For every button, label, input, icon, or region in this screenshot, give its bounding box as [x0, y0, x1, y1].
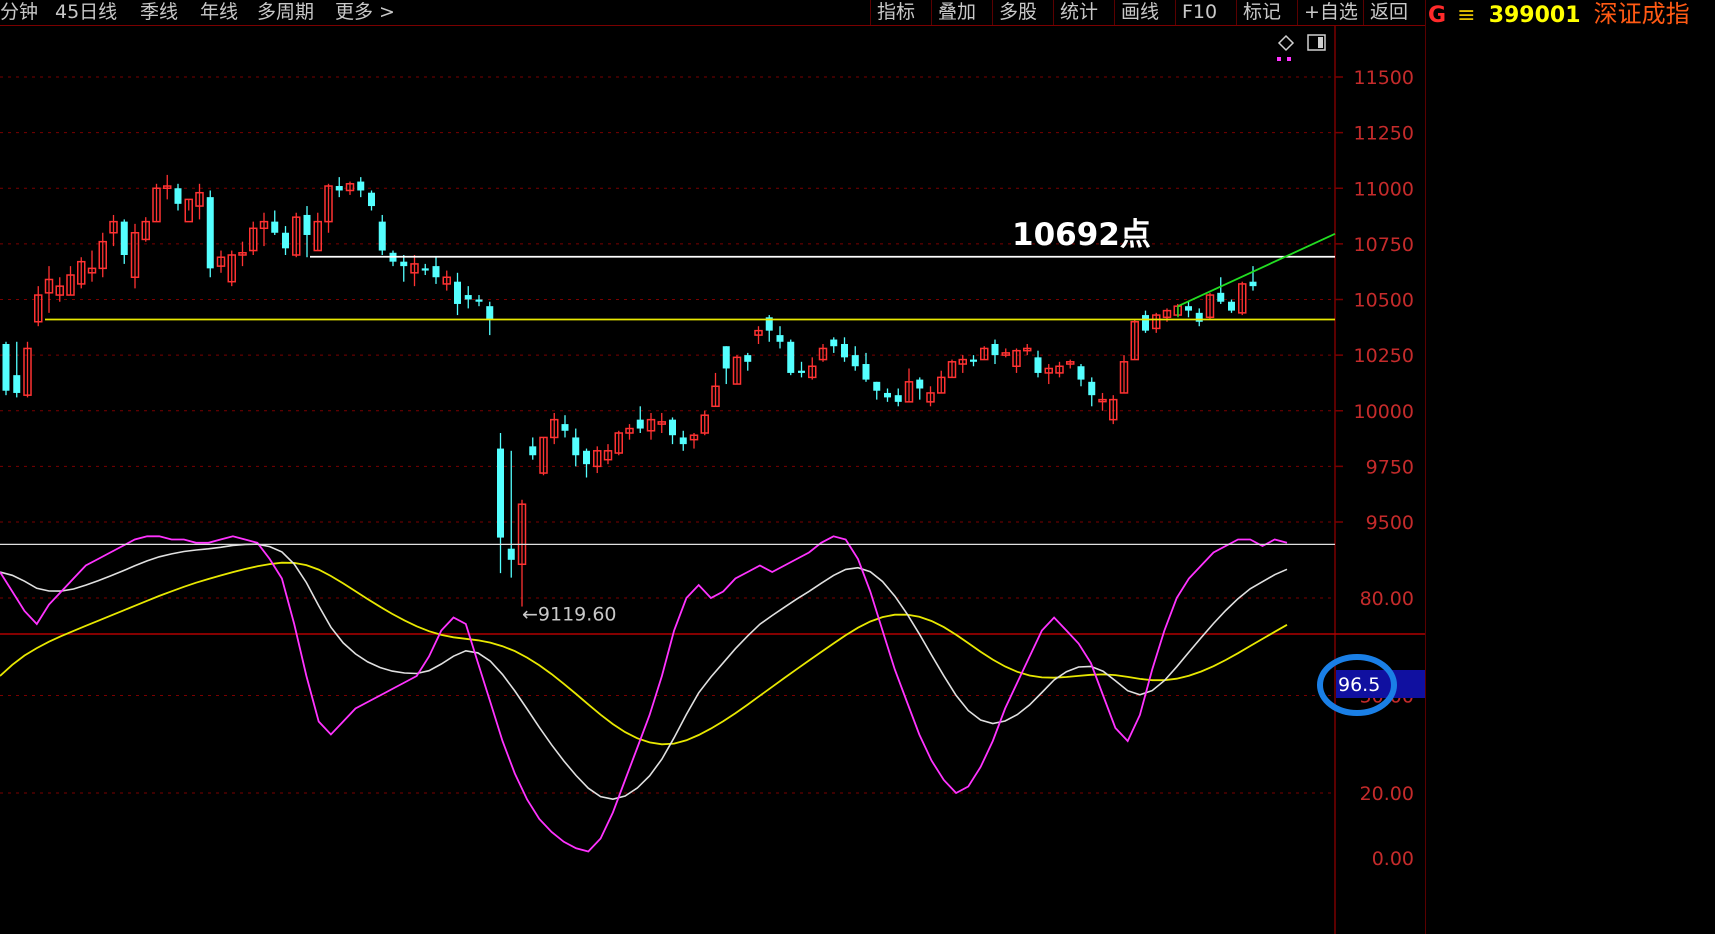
current-oscillator-value: 96.5: [1338, 674, 1380, 696]
price-tick-label: 10000: [1354, 401, 1414, 423]
candle-body-down: [1228, 301, 1235, 311]
candle-body-down: [830, 339, 838, 347]
oscillator-lines: [0, 535, 1335, 853]
candle-body-down: [1185, 306, 1192, 311]
candle-body-down: [583, 450, 590, 465]
candle-body-down: [1217, 292, 1225, 302]
menu-icon[interactable]: ≡: [1457, 3, 1475, 28]
candle-body-down: [1142, 315, 1149, 331]
candle-body-down: [894, 395, 902, 402]
candle-body-down: [475, 299, 483, 302]
candle-body-down: [357, 181, 365, 191]
candle-body-down: [636, 419, 644, 429]
candle-body-down: [916, 379, 924, 389]
right-info-panel: [1425, 0, 1715, 934]
candle-body-down: [529, 446, 537, 456]
candle-body-down: [303, 214, 311, 235]
stock-name: 深证成指: [1593, 0, 1690, 28]
candle-body-down: [464, 295, 472, 300]
candle-body-down: [561, 424, 569, 431]
oscillator-j-line: [0, 561, 1288, 746]
candle-body-down: [1077, 366, 1085, 380]
magenta-dot-icon: [1287, 57, 1291, 61]
trend-line: [1177, 233, 1336, 307]
price-tick-label: 11500: [1354, 67, 1414, 89]
candle-body-down: [1249, 281, 1257, 287]
candle-body-down: [798, 370, 805, 373]
oscillator-tick-label: 20.00: [1360, 783, 1414, 805]
candle-body-down: [13, 375, 21, 393]
stock-header: G ≡ 399001 深证成指: [1428, 0, 1690, 30]
candle-body-down: [669, 419, 676, 436]
candle-body-down: [421, 268, 429, 271]
diamond-icon[interactable]: [1277, 34, 1295, 52]
candle-body-down: [368, 192, 375, 207]
oscillator-axis: 80.0050.0020.000.00: [1360, 588, 1414, 870]
candle-body-down: [722, 346, 730, 369]
candle-body-down: [884, 392, 891, 398]
price-tick-label: 10500: [1354, 290, 1414, 312]
candle-body-down: [400, 261, 408, 267]
candle-body-down: [271, 221, 279, 233]
candle-body-down: [2, 344, 10, 391]
low-price-label: ←9119.60: [522, 604, 617, 626]
magenta-dot-icon: [1277, 57, 1281, 61]
candle-body-down: [1088, 381, 1096, 396]
candle-body-down: [841, 344, 848, 358]
candle-body-down: [120, 221, 128, 255]
candle-body-down: [432, 266, 440, 278]
candle-body-down: [851, 355, 859, 367]
candle-body-down: [1034, 357, 1042, 373]
resistance-label: 10692点: [1012, 217, 1151, 253]
chart-corner-icons: [1277, 34, 1326, 61]
price-tick-label: 10750: [1354, 234, 1414, 256]
candle-body-down: [744, 355, 752, 362]
kline-chart[interactable]: 11500 11250 11000 10750 10500 10250 10000 9750 9…: [0, 0, 1425, 934]
oscillator-tick-label: 0.00: [1372, 848, 1414, 870]
candle-body-down: [497, 448, 504, 538]
price-axis: 11500 11250 11000 10750 10500 10250 10000 9750 9…: [1354, 67, 1414, 534]
candle-body-down: [572, 437, 580, 456]
market-flag: G: [1428, 3, 1447, 28]
candle-body-down: [206, 197, 214, 269]
price-tick-label: 9750: [1366, 456, 1414, 478]
candle-body-down: [282, 232, 289, 249]
candle-body-down: [174, 188, 182, 204]
price-tick-label: 11250: [1354, 123, 1414, 145]
candle-body-down: [991, 344, 999, 356]
stock-code: 399001: [1488, 3, 1581, 28]
oscillator-tick-label: 80.00: [1360, 588, 1414, 610]
candle-body-down: [862, 364, 870, 380]
candle-body-down: [679, 437, 687, 445]
candle-body-down: [378, 221, 386, 251]
candle-body-down: [873, 381, 881, 391]
candle-body-down: [335, 186, 343, 191]
candle-body-down: [787, 341, 795, 373]
price-tick-label: 10250: [1354, 345, 1414, 367]
candle-body-down: [507, 548, 515, 560]
price-tick-label: 11000: [1354, 178, 1414, 200]
panel-toggle-fill: [1318, 37, 1323, 48]
candle-body-down: [970, 359, 977, 362]
candle-body-down: [486, 306, 494, 320]
candle-body-down: [776, 335, 784, 342]
candle-body-down: [454, 281, 461, 304]
price-tick-label: 9500: [1366, 512, 1414, 534]
